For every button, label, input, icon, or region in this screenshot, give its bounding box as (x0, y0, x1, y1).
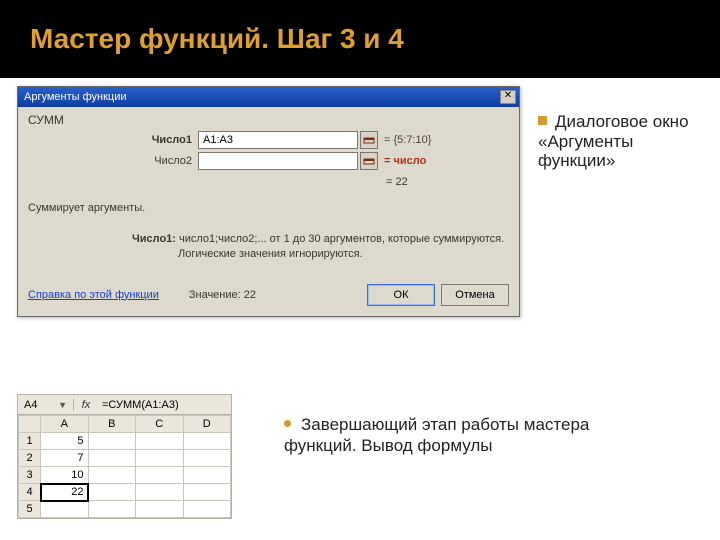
lower-note: Завершающий этап работы мастера функций.… (284, 414, 664, 457)
side-note: Диалоговое окно «Аргументы функции» (538, 112, 710, 171)
cell[interactable] (136, 484, 184, 501)
col-header[interactable]: A (41, 416, 89, 433)
active-cell[interactable]: 22 (41, 484, 89, 501)
chevron-down-icon[interactable]: ▼ (58, 400, 67, 410)
cell[interactable] (88, 484, 136, 501)
cell[interactable] (88, 467, 136, 484)
arg1-hint: = {5:7:10} (384, 134, 431, 146)
cancel-button[interactable]: Отмена (441, 284, 509, 306)
table-row: 2 7 (19, 450, 231, 467)
table-row: 5 (19, 501, 231, 518)
table-row: 3 10 (19, 467, 231, 484)
result-preview: = 22 (28, 176, 509, 188)
row-header[interactable]: 5 (19, 501, 41, 518)
slide-title: Мастер функций. Шаг 3 и 4 (30, 23, 404, 55)
spreadsheet-sample: A4 ▼ fx =СУММ(A1:A3) A B C D 1 5 2 7 3 1… (17, 394, 232, 519)
fx-icon[interactable]: fx (74, 399, 98, 411)
cell[interactable] (183, 501, 231, 518)
cell[interactable] (183, 467, 231, 484)
arg2-hint: = число (384, 155, 426, 167)
col-header[interactable]: D (183, 416, 231, 433)
cell[interactable] (183, 484, 231, 501)
cell[interactable]: 10 (41, 467, 89, 484)
cell[interactable] (41, 501, 89, 518)
collapse-dialog-icon[interactable] (360, 152, 378, 170)
table-row: 4 22 (19, 484, 231, 501)
name-box[interactable]: A4 ▼ (18, 399, 74, 411)
column-header-row: A B C D (19, 416, 231, 433)
col-header[interactable]: C (136, 416, 184, 433)
cell[interactable] (183, 433, 231, 450)
cell[interactable] (88, 501, 136, 518)
arg2-label: Число2 (28, 155, 198, 167)
cell[interactable] (183, 450, 231, 467)
cell[interactable] (136, 501, 184, 518)
row-header[interactable]: 4 (19, 484, 41, 501)
cell[interactable] (88, 433, 136, 450)
arg1-label: Число1 (28, 134, 198, 146)
cell[interactable]: 7 (41, 450, 89, 467)
bullet-dot-icon (284, 420, 291, 427)
cell[interactable] (88, 450, 136, 467)
dialog-title: Аргументы функции (24, 91, 127, 103)
corner-cell[interactable] (19, 416, 41, 433)
arg1-input[interactable] (198, 131, 358, 149)
formula-bar-value[interactable]: =СУММ(A1:A3) (98, 399, 231, 411)
dialog-titlebar: Аргументы функции ✕ (18, 87, 519, 107)
function-description: Суммирует аргументы. (28, 202, 509, 214)
cell[interactable] (136, 467, 184, 484)
cell[interactable] (136, 450, 184, 467)
function-arguments-dialog: Аргументы функции ✕ СУММ Число1 = {5:7:1… (17, 86, 520, 317)
row-header[interactable]: 1 (19, 433, 41, 450)
row-header[interactable]: 2 (19, 450, 41, 467)
function-name: СУММ (28, 113, 509, 127)
formula-bar: A4 ▼ fx =СУММ(A1:A3) (18, 395, 231, 415)
bullet-square-icon (538, 116, 547, 125)
ok-button[interactable]: ОК (367, 284, 435, 306)
collapse-dialog-icon[interactable] (360, 131, 378, 149)
help-link[interactable]: Справка по этой функции (28, 289, 159, 301)
argument-explanation: Число1: число1;число2;... от 1 до 30 арг… (28, 232, 509, 262)
value-label: Значение: 22 (189, 289, 256, 301)
row-header[interactable]: 3 (19, 467, 41, 484)
table-row: 1 5 (19, 433, 231, 450)
cell[interactable] (136, 433, 184, 450)
col-header[interactable]: B (88, 416, 136, 433)
arg2-input[interactable] (198, 152, 358, 170)
cell[interactable]: 5 (41, 433, 89, 450)
close-icon[interactable]: ✕ (500, 90, 516, 104)
